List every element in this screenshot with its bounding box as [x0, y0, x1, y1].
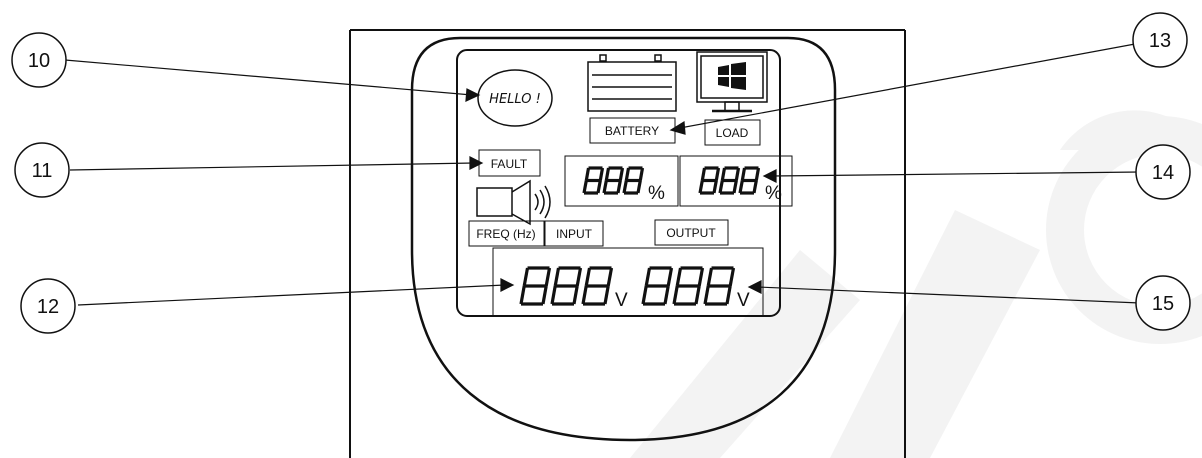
- seven-segment-digit: [698, 166, 721, 195]
- svg-text:15: 15: [1152, 293, 1174, 315]
- ups-lcd-diagram: HELLO ! BATTERY LOAD FAULT FREQ (Hz) INP…: [0, 0, 1202, 458]
- speaker-icon: [476, 179, 531, 226]
- seven-segment-digit: [622, 166, 645, 195]
- seven-segment-digit: [641, 266, 674, 306]
- svg-text:11: 11: [32, 160, 53, 182]
- callout-12: 12: [20, 278, 76, 334]
- sound-waves-icon: [534, 185, 551, 219]
- callout-13: 13: [1132, 12, 1188, 68]
- seven-segment-digit: [718, 166, 741, 195]
- windows-logo-icon: [718, 62, 746, 90]
- svg-text:14: 14: [1152, 162, 1174, 184]
- fault-label: FAULT: [478, 149, 541, 177]
- seven-segment-digit: [519, 266, 552, 306]
- lower-display-box: [492, 247, 764, 317]
- svg-text:LOAD: LOAD: [716, 126, 749, 140]
- output-label: OUTPUT: [654, 219, 729, 246]
- lower-right-digits: [641, 266, 736, 306]
- seven-segment-digit: [602, 166, 625, 195]
- callout-11: 11: [14, 142, 70, 198]
- upper-left-unit: %: [648, 183, 665, 204]
- callout-14: 14: [1135, 144, 1191, 200]
- seven-segment-digit: [550, 266, 583, 306]
- battery-label: BATTERY: [589, 117, 676, 144]
- callout-15: 15: [1135, 275, 1191, 331]
- battery-icon: [587, 54, 677, 112]
- upper-right-unit: %: [765, 183, 782, 204]
- svg-text:10: 10: [28, 50, 50, 72]
- watermark: [630, 110, 1202, 458]
- upper-right-digits: [698, 166, 761, 195]
- seven-segment-digit: [703, 266, 736, 306]
- svg-text:INPUT: INPUT: [556, 227, 593, 241]
- lower-right-unit: V: [737, 290, 750, 311]
- callout-10: 10: [11, 32, 67, 88]
- svg-text:13: 13: [1149, 30, 1171, 52]
- svg-text:BATTERY: BATTERY: [605, 124, 659, 138]
- seven-segment-digit: [672, 266, 705, 306]
- hello-indicator: HELLO !: [477, 69, 553, 127]
- svg-text:12: 12: [37, 296, 59, 318]
- seven-segment-digit: [581, 266, 614, 306]
- lower-left-unit: V: [615, 290, 628, 311]
- svg-text:FAULT: FAULT: [491, 157, 528, 171]
- hello-text: HELLO !: [489, 92, 541, 107]
- load-label: LOAD: [704, 119, 761, 146]
- lower-left-digits: [519, 266, 614, 306]
- seven-segment-digit: [582, 166, 605, 195]
- svg-text:FREQ (Hz): FREQ (Hz): [476, 227, 535, 241]
- seven-segment-digit: [738, 166, 761, 195]
- diagram-canvas: HELLO ! BATTERY LOAD FAULT FREQ (Hz) INP…: [11, 12, 1202, 458]
- freq-label: FREQ (Hz): [468, 220, 545, 247]
- device-body: [349, 29, 906, 458]
- svg-text:OUTPUT: OUTPUT: [666, 226, 716, 240]
- upper-left-digits: [582, 166, 645, 195]
- input-label: INPUT: [544, 220, 604, 247]
